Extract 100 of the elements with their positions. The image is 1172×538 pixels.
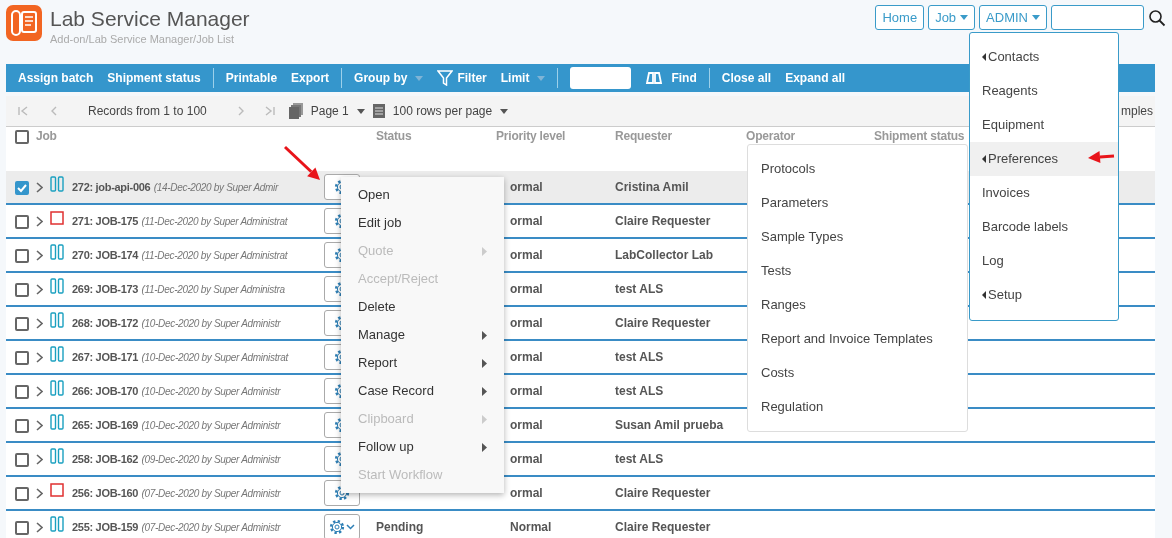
menu-item[interactable]: Invoices — [970, 176, 1118, 210]
job-title[interactable]: 256: JOB-160 (07-Dec-2020 by Super Administr — [72, 486, 281, 500]
menu-item[interactable]: Tests — [748, 254, 967, 288]
row-checkbox[interactable] — [15, 316, 29, 331]
menu-item[interactable]: Manage — [341, 321, 504, 349]
requester-text: LabCollector Lab — [615, 248, 713, 262]
row-checkbox[interactable] — [15, 180, 29, 195]
menu-item[interactable]: Sample Types — [748, 220, 967, 254]
expand-chevron-icon[interactable] — [36, 249, 43, 261]
caret-icon — [415, 75, 424, 81]
job-title[interactable]: 270: JOB-174 (11-Dec-2020 by Super Administrat — [72, 248, 288, 262]
job-title[interactable]: 271: JOB-175 (11-Dec-2020 by Super Administrat — [72, 214, 288, 228]
menu-item[interactable]: Follow up — [341, 433, 504, 461]
menu-item[interactable]: Log — [970, 244, 1118, 278]
requester-text: Claire Requester — [615, 486, 711, 500]
job-title[interactable]: 268: JOB-172 (10-Dec-2020 by Super Administr — [72, 316, 281, 330]
row-checkbox[interactable] — [15, 384, 29, 399]
job-title[interactable]: 255: JOB-159 (07-Dec-2020 by Super Administr — [72, 520, 281, 534]
menu-item[interactable]: Delete — [341, 293, 504, 321]
caret-icon — [960, 15, 969, 20]
submenu-arrow-icon — [482, 414, 487, 424]
requester-text: test ALS — [615, 452, 664, 466]
menu-item[interactable]: Edit job — [341, 209, 504, 237]
job-title[interactable]: 258: JOB-162 (09-Dec-2020 by Super Administr — [72, 452, 281, 466]
column-header: Operator — [746, 129, 796, 143]
gear-button[interactable] — [324, 514, 360, 538]
binoculars-icon — [645, 71, 664, 85]
submenu-arrow-icon — [482, 386, 487, 396]
page-select[interactable]: Page 1 — [288, 102, 365, 120]
priority-text: ormal — [510, 214, 543, 228]
select-all-checkbox[interactable] — [15, 129, 29, 144]
breadcrumb: Add-on/Lab Service Manager/Job List — [50, 32, 236, 47]
pause-icon — [50, 346, 64, 362]
find-field[interactable] — [570, 67, 632, 89]
expand-chevron-icon[interactable] — [36, 215, 43, 227]
expand-chevron-icon[interactable] — [36, 419, 43, 431]
requester-text: Susan Amil prueba — [615, 418, 724, 432]
menu-item[interactable]: Reagents — [970, 74, 1118, 108]
menu-item[interactable]: Protocols — [748, 152, 967, 186]
requester-text: test ALS — [615, 282, 664, 296]
job-title[interactable]: 267: JOB-171 (10-Dec-2020 by Super Administrat — [72, 350, 288, 364]
menu-item[interactable]: Report and Invoice Templates — [748, 322, 967, 356]
submenu-arrow-icon — [482, 442, 487, 452]
caret-icon — [356, 108, 365, 114]
submenu-arrow-icon — [982, 155, 986, 163]
pause-icon — [50, 278, 64, 294]
search-icon[interactable] — [1148, 8, 1166, 27]
job-title[interactable]: 266: JOB-170 (10-Dec-2020 by Super Administr — [72, 384, 281, 398]
expand-chevron-icon[interactable] — [36, 181, 43, 193]
expand-chevron-icon[interactable] — [36, 521, 43, 533]
expand-chevron-icon[interactable] — [36, 487, 43, 499]
column-header: Requester — [615, 129, 672, 143]
column-header: Priority level — [496, 129, 566, 143]
list-icon — [372, 104, 385, 118]
expand-chevron-icon[interactable] — [36, 317, 43, 329]
menu-item[interactable]: Contacts — [970, 40, 1118, 74]
row-checkbox[interactable] — [15, 350, 29, 365]
row-checkbox[interactable] — [15, 418, 29, 433]
column-header: Status — [376, 129, 412, 143]
menu-item[interactable]: Regulation — [748, 390, 967, 424]
priority-text: ormal — [510, 282, 543, 296]
page-title: Lab Service Manager — [50, 7, 250, 31]
submenu-arrow-icon — [982, 291, 986, 299]
filter-icon — [437, 70, 454, 86]
caret-icon — [1032, 15, 1040, 20]
expand-chevron-icon[interactable] — [36, 385, 43, 397]
job-title[interactable]: 269: JOB-173 (11-Dec-2020 by Super Administra — [72, 282, 285, 296]
menu-item[interactable]: Costs — [748, 356, 967, 390]
menu-item[interactable]: Report — [341, 349, 504, 377]
menu-item[interactable]: Parameters — [748, 186, 967, 220]
status-text: Pending — [376, 520, 424, 534]
menu-item[interactable]: Case Record — [341, 377, 504, 405]
expand-chevron-icon[interactable] — [36, 453, 43, 465]
rows-per-page-select[interactable]: 100 rows per page — [372, 102, 509, 120]
job-title[interactable]: 265: JOB-169 (10-Dec-2020 by Super Administr — [72, 418, 281, 432]
stop-icon — [50, 483, 64, 497]
pause-icon — [50, 414, 64, 430]
menu-item[interactable]: Setup — [970, 278, 1118, 312]
pause-icon — [50, 448, 64, 464]
search-field[interactable] — [1051, 5, 1144, 30]
expand-chevron-icon[interactable] — [36, 283, 43, 295]
row-checkbox[interactable] — [15, 486, 29, 501]
row-checkbox[interactable] — [15, 452, 29, 467]
menu-item[interactable]: Ranges — [748, 288, 967, 322]
menu-item[interactable]: Preferences — [970, 142, 1118, 176]
settings-icon — [329, 519, 345, 535]
menu-item[interactable]: Equipment — [970, 108, 1118, 142]
row-checkbox[interactable] — [15, 248, 29, 263]
expand-chevron-icon[interactable] — [36, 351, 43, 363]
menu-item[interactable]: Open — [341, 181, 504, 209]
chevron-down-icon — [346, 524, 355, 530]
menu-item[interactable]: Barcode labels — [970, 210, 1118, 244]
row-checkbox[interactable] — [15, 520, 29, 535]
row-checkbox[interactable] — [15, 214, 29, 229]
job-title[interactable]: 272: job-api-006 (14-Dec-2020 by Super Admir — [72, 180, 279, 194]
logo-icon — [6, 5, 42, 41]
row-checkbox[interactable] — [15, 282, 29, 297]
tab-label[interactable]: mples — [1121, 102, 1153, 120]
pause-icon — [50, 176, 64, 192]
requester-text: Cristina Amil — [615, 180, 689, 194]
